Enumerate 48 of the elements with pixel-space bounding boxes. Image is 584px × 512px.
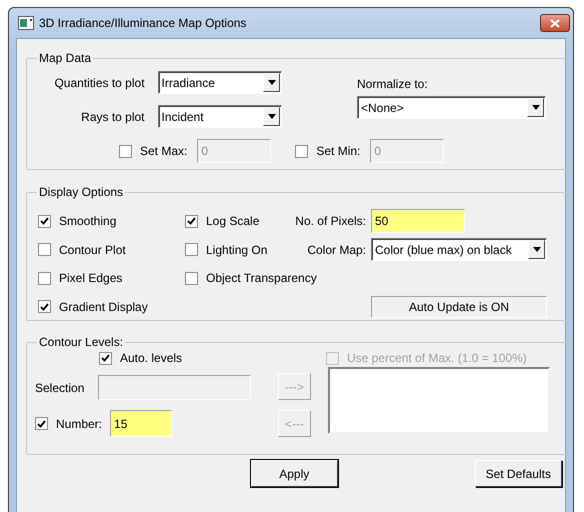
checkbox-label: Gradient Display xyxy=(59,300,148,314)
field-label: Rays to plot xyxy=(80,110,145,124)
close-button[interactable] xyxy=(540,14,570,32)
close-icon xyxy=(550,18,560,28)
dialog-button[interactable]: Set Defaults xyxy=(474,460,562,487)
field-label: Color Map: xyxy=(306,242,367,256)
normalize-dropdown[interactable]: <None> xyxy=(357,96,546,119)
caret-icon xyxy=(532,105,540,110)
checkbox-label: Smoothing xyxy=(59,214,116,228)
caret-icon xyxy=(532,247,540,252)
quantities-dropdown[interactable]: Irradiance xyxy=(158,71,282,94)
color-map-dropdown[interactable]: Color (blue max) on black xyxy=(371,238,547,261)
input-field[interactable]: 15 xyxy=(110,410,172,437)
checkbox[interactable] xyxy=(185,272,198,284)
group-label: Contour Levels: xyxy=(38,335,124,349)
caret-icon xyxy=(268,114,276,119)
status-box: Auto Update is ON xyxy=(371,296,547,318)
checkbox-label: Use percent of Max. (1.0 = 100%) xyxy=(347,351,527,365)
checkbox[interactable] xyxy=(38,243,51,256)
input-field[interactable]: 50 xyxy=(371,209,465,233)
field-label: Quantities to plot xyxy=(53,76,145,90)
checkbox-label: Contour Plot xyxy=(59,242,126,256)
checkbox-label: Auto. levels xyxy=(120,351,182,365)
checkbox-label: Set Min: xyxy=(316,144,360,158)
checkbox[interactable] xyxy=(38,300,51,313)
field-label: Selection xyxy=(35,380,86,394)
rays-dropdown[interactable]: Incident xyxy=(158,105,282,128)
caret-icon xyxy=(268,80,276,85)
checkbox[interactable] xyxy=(99,352,112,364)
group-label: Display Options xyxy=(38,185,124,199)
checkbox-label: Number: xyxy=(56,416,102,430)
checkbox[interactable] xyxy=(38,214,51,228)
checkbox[interactable] xyxy=(38,272,51,284)
checkbox[interactable] xyxy=(185,214,198,228)
checkbox-label: Log Scale xyxy=(206,214,260,228)
field-label: No. of Pixels: xyxy=(294,214,367,228)
checkbox-label: Set Max: xyxy=(140,144,188,158)
levels-list[interactable] xyxy=(328,367,550,434)
checkbox-label: Object Transparency xyxy=(206,271,317,285)
field-label: Normalize to: xyxy=(357,77,429,91)
checkbox-label: Pixel Edges xyxy=(59,271,122,285)
window-title: 3D Irradiance/Illuminance Map Options xyxy=(39,16,248,30)
group-label: Map Data xyxy=(38,51,92,65)
app-icon xyxy=(18,16,34,30)
checkbox[interactable] xyxy=(35,417,48,430)
dialog-button[interactable]: Apply xyxy=(251,460,338,487)
checkbox-label: Lighting On xyxy=(206,242,268,256)
checkbox[interactable] xyxy=(185,243,198,256)
